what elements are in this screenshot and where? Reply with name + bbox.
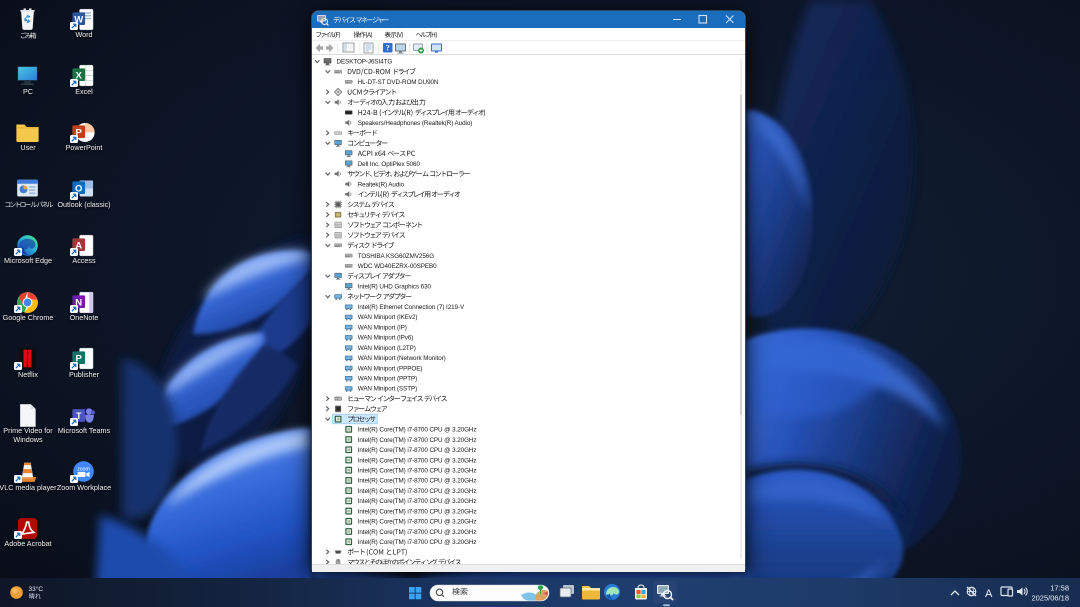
svg-text:WAN Miniport (SSTP): WAN Miniport (SSTP)	[358, 386, 417, 393]
svg-text:Intel(R) Ethernet Connection (: Intel(R) Ethernet Connection (7) I219-V	[358, 304, 465, 311]
svg-text:TOSHIBA KSG60ZMV256G: TOSHIBA KSG60ZMV256G	[358, 253, 435, 260]
svg-text:Intel(R) Core(TM) i7-8700 CPU: Intel(R) Core(TM) i7-8700 CPU @ 3.20GHz	[358, 478, 477, 485]
svg-text:Intel(R) UHD Graphics 630: Intel(R) UHD Graphics 630	[358, 284, 432, 291]
svg-text:Intel(R) Core(TM) i7-8700 CPU: Intel(R) Core(TM) i7-8700 CPU @ 3.20GHz	[358, 457, 477, 464]
svg-text:Realtek(R) Audio: Realtek(R) Audio	[358, 181, 405, 188]
svg-text:Intel(R) Core(TM) i7-8700 CPU: Intel(R) Core(TM) i7-8700 CPU @ 3.20GHz	[358, 437, 477, 444]
svg-text:WAN Miniport (IP): WAN Miniport (IP)	[358, 324, 407, 331]
svg-text:17:58: 17:58	[1050, 584, 1069, 593]
svg-text:A: A	[985, 588, 993, 600]
svg-text:Intel(R) Core(TM) i7-8700 CPU: Intel(R) Core(TM) i7-8700 CPU @ 3.20GHz	[358, 447, 477, 454]
svg-text:WAN Miniport (Network Monitor): WAN Miniport (Network Monitor)	[358, 355, 446, 362]
svg-text:WAN Miniport (PPTP): WAN Miniport (PPTP)	[358, 376, 417, 383]
svg-text:WAN Miniport (PPPOE): WAN Miniport (PPPOE)	[358, 365, 423, 372]
svg-text:Intel(R) Core(TM) i7-8700 CPU: Intel(R) Core(TM) i7-8700 CPU @ 3.20GHz	[358, 529, 477, 536]
svg-text:DESKTOP-J6SI4TG: DESKTOP-J6SI4TG	[337, 59, 393, 66]
svg-text:Intel(R) Core(TM) i7-8700 CPU: Intel(R) Core(TM) i7-8700 CPU @ 3.20GHz	[358, 488, 477, 495]
svg-text:HL-DT-ST DVD-ROM DU90N: HL-DT-ST DVD-ROM DU90N	[358, 79, 439, 86]
svg-text:WDC WD40EZRX-00SPEB0: WDC WD40EZRX-00SPEB0	[358, 263, 437, 270]
svg-text:WAN Miniport (IPv6): WAN Miniport (IPv6)	[358, 335, 414, 342]
svg-text:Intel(R) Core(TM) i7-8700 CPU: Intel(R) Core(TM) i7-8700 CPU @ 3.20GHz	[358, 427, 477, 434]
svg-text:2025/06/18: 2025/06/18	[1031, 594, 1069, 603]
svg-text:Intel(R) Core(TM) i7-8700 CPU: Intel(R) Core(TM) i7-8700 CPU @ 3.20GHz	[358, 468, 477, 475]
svg-text:33°C: 33°C	[29, 585, 44, 593]
svg-text:zoom: zoom	[77, 467, 90, 473]
svg-text:WAN Miniport (IKEv2): WAN Miniport (IKEv2)	[358, 314, 418, 321]
svg-text:WAN Miniport (L2TP): WAN Miniport (L2TP)	[358, 345, 416, 352]
svg-text:?: ?	[386, 44, 390, 53]
svg-text:Intel(R) Core(TM) i7-8700 CPU: Intel(R) Core(TM) i7-8700 CPU @ 3.20GHz	[358, 539, 477, 546]
svg-text:Intel(R) Core(TM) i7-8700 CPU: Intel(R) Core(TM) i7-8700 CPU @ 3.20GHz	[358, 498, 477, 505]
svg-text:Speakers/Headphones (Realtek(R: Speakers/Headphones (Realtek(R) Audio)	[358, 120, 473, 127]
svg-text:Intel(R) Core(TM) i7-8700 CPU: Intel(R) Core(TM) i7-8700 CPU @ 3.20GHz	[358, 508, 477, 515]
svg-text:Dell Inc. OptiPlex 5060: Dell Inc. OptiPlex 5060	[358, 161, 421, 168]
svg-text:Intel(R) Core(TM) i7-8700 CPU: Intel(R) Core(TM) i7-8700 CPU @ 3.20GHz	[358, 519, 477, 526]
